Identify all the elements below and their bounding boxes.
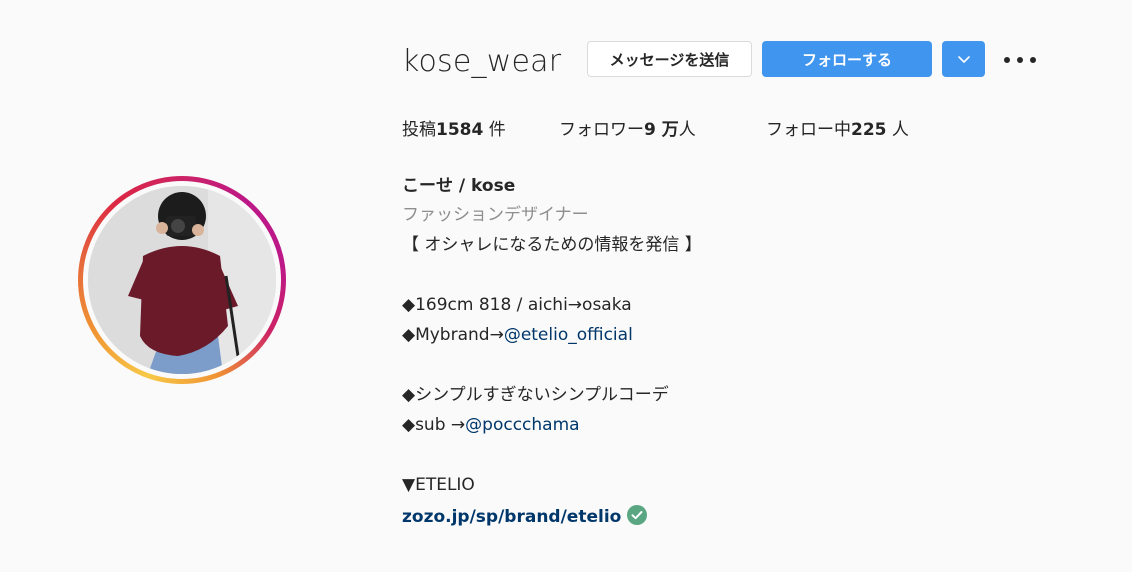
website-link[interactable]: zozo.jp/sp/brand/etelio <box>402 507 621 527</box>
stat-following-label: フォロー中 <box>766 120 851 140</box>
chevron-down-icon <box>957 56 970 63</box>
stat-followers-value: 9 万 <box>644 120 679 140</box>
avatar-photo <box>88 186 276 374</box>
bio-text: ◆Mybrand→ <box>402 325 504 345</box>
bio-line: ◆Mybrand→@etelio_official <box>402 321 633 349</box>
mention-link[interactable]: @etelio_official <box>504 325 633 345</box>
suggestions-dropdown-button[interactable] <box>942 41 985 77</box>
stat-posts-unit: 件 <box>483 120 506 140</box>
stat-following-value: 225 <box>851 120 887 140</box>
bio-line: ◆sub →@poccchama <box>402 411 580 439</box>
follow-button[interactable]: フォローする <box>762 41 932 77</box>
check-circle-icon <box>627 505 648 525</box>
stat-posts-label: 投稿 <box>402 120 436 140</box>
more-dot <box>1030 57 1036 63</box>
avatar[interactable] <box>88 186 276 374</box>
stat-following[interactable]: フォロー中225 人 <box>766 118 909 142</box>
stat-posts-value: 1584 <box>436 120 484 140</box>
website-row: zozo.jp/sp/brand/etelio <box>402 503 648 531</box>
avatar-ring-gap <box>83 181 281 379</box>
bio-line: ▼ETELIO <box>402 475 475 495</box>
bio-line: ◆シンプルすぎないシンプルコーデ <box>402 385 669 405</box>
avatar-story-ring[interactable] <box>78 176 286 384</box>
stat-followers[interactable]: フォロワー9 万人 <box>559 118 696 142</box>
profile-full-name: こーせ / kose <box>402 176 516 196</box>
bio-line: ◆169cm 818 / aichi→osaka <box>402 295 632 315</box>
bio-text: ◆sub → <box>402 415 466 435</box>
more-options-icon[interactable] <box>1004 52 1036 68</box>
stat-posts: 投稿1584 件 <box>402 118 506 142</box>
send-message-button[interactable]: メッセージを送信 <box>587 41 752 77</box>
stat-following-unit: 人 <box>886 120 909 140</box>
stat-followers-label: フォロワー <box>559 120 644 140</box>
more-dot <box>1004 57 1010 63</box>
mention-link[interactable]: @poccchama <box>465 415 579 435</box>
profile-category: ファッションデザイナー <box>402 205 589 225</box>
stat-followers-unit: 人 <box>678 120 696 140</box>
more-dot <box>1017 57 1023 63</box>
bio-line: 【 オシャレになるための情報を発信 】 <box>402 235 702 255</box>
profile-username: kose_wear <box>402 44 562 79</box>
